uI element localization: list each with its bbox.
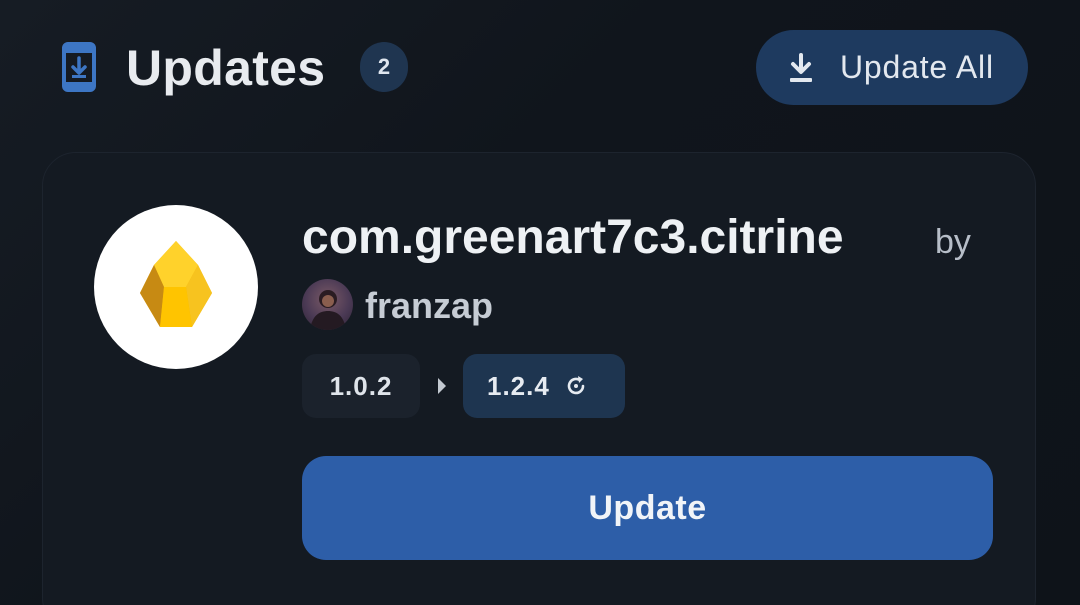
new-version-badge[interactable]: 1.2.4 (463, 354, 625, 418)
app-icon[interactable] (94, 205, 258, 369)
author-avatar[interactable] (302, 279, 353, 330)
by-label: by (935, 223, 971, 261)
app-name[interactable]: com.greenart7c3.citrine (302, 208, 844, 268)
update-count-badge: 2 (360, 42, 408, 92)
update-button[interactable]: Update (302, 456, 993, 560)
updates-screen: Updates 2 Update All com.greenart7c3.cit… (0, 0, 1080, 605)
download-icon (790, 52, 812, 82)
caret-right-icon (438, 378, 446, 394)
person-silhouette-icon (310, 290, 346, 330)
refresh-icon (567, 376, 585, 395)
author-name[interactable]: franzap (365, 284, 493, 328)
current-version-badge: 1.0.2 (302, 354, 420, 418)
new-version-label: 1.2.4 (487, 370, 550, 401)
update-all-label: Update All (840, 49, 994, 85)
phone-download-icon (62, 42, 96, 92)
citrine-gem-icon (140, 241, 212, 327)
page-title: Updates (126, 40, 326, 96)
update-all-button[interactable]: Update All (756, 30, 1028, 105)
